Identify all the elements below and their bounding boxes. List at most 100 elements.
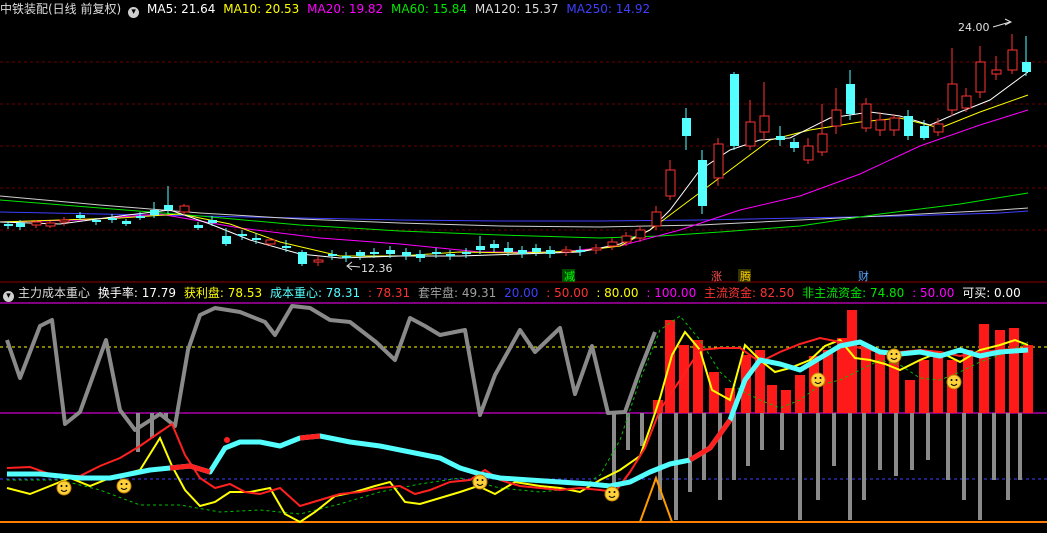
signal-markers: 减 涨 腾 财 xyxy=(562,269,869,283)
main-funds-bar xyxy=(933,352,943,413)
trapped-bar xyxy=(910,413,914,470)
trapped-bar xyxy=(702,413,706,480)
cost-center-red-segment xyxy=(299,433,321,441)
smiley-icon xyxy=(56,480,72,496)
main-funds-bar xyxy=(781,390,791,413)
candle-body xyxy=(92,220,101,222)
candle-body xyxy=(328,254,337,256)
smiley-icon xyxy=(116,478,132,494)
main-funds-bar xyxy=(979,324,989,413)
trapped-bar xyxy=(760,413,764,450)
ma20-line xyxy=(0,109,1029,253)
main-funds-bar xyxy=(919,360,929,413)
main-funds-bar xyxy=(847,310,857,413)
candle-body xyxy=(208,220,217,223)
candle-body xyxy=(16,223,25,227)
candle-body xyxy=(933,123,944,133)
ma10-line xyxy=(0,94,1029,257)
candle-body xyxy=(682,118,691,136)
candle-body xyxy=(889,117,900,131)
main-funds-bar xyxy=(905,380,915,413)
candle-body xyxy=(150,210,159,215)
candle-body xyxy=(904,116,913,136)
candle-body xyxy=(861,103,872,129)
kline-chart[interactable]: 24.00 12.36 减 涨 腾 财 xyxy=(0,0,1047,533)
candle-body xyxy=(975,61,986,93)
trapped-bar xyxy=(612,413,616,490)
candle-body xyxy=(817,133,828,153)
low-price-annotation: 12.36 xyxy=(346,261,393,275)
teng-marker: 腾 xyxy=(740,269,751,283)
main-funds-bar xyxy=(693,340,703,413)
trapped-bar xyxy=(862,413,866,500)
trapped-bar xyxy=(894,413,898,476)
trapped-bar xyxy=(1018,413,1022,480)
cost-center-red-segment xyxy=(688,418,733,463)
candle-body xyxy=(462,252,471,254)
trapped-bar xyxy=(688,413,692,492)
candle-body xyxy=(730,74,739,146)
candle-body xyxy=(532,248,541,252)
turnover-gray-line xyxy=(5,304,657,432)
trapped-bar xyxy=(746,413,750,466)
smiley-icon xyxy=(604,486,620,502)
low-price-label: 12.36 xyxy=(361,262,393,275)
trapped-bar xyxy=(946,413,950,480)
candle-body xyxy=(298,252,307,264)
candle-body xyxy=(790,142,799,148)
cost-center-red-segment xyxy=(169,463,211,475)
candle-body xyxy=(164,205,173,210)
candle-body xyxy=(607,241,618,247)
candle-body xyxy=(759,115,770,133)
trapped-bar xyxy=(926,413,930,460)
candle-body xyxy=(265,239,276,245)
candle-body xyxy=(920,126,929,138)
candle-body xyxy=(776,136,785,140)
candle-body xyxy=(370,252,379,254)
trapped-bar xyxy=(718,413,722,500)
candle-body xyxy=(59,219,70,223)
candle-body xyxy=(947,83,958,111)
trapped-bar xyxy=(992,413,996,480)
candle-body xyxy=(432,252,441,254)
high-price-annotation: 24.00 xyxy=(958,18,1013,34)
smiley-icon xyxy=(946,374,962,390)
ma5-line xyxy=(0,71,1029,259)
candle-body xyxy=(31,221,42,226)
candle-body xyxy=(342,256,351,258)
candle-body xyxy=(846,84,855,114)
main-funds-bar xyxy=(795,375,805,413)
candle-body xyxy=(961,95,972,109)
candle-body xyxy=(803,145,814,161)
trapped-bar xyxy=(798,413,802,520)
trapped-bar xyxy=(780,413,784,450)
smiley-icon xyxy=(886,348,902,364)
candle-body xyxy=(45,222,56,227)
candle-body xyxy=(108,218,117,220)
candle-body xyxy=(490,244,499,248)
candle-body xyxy=(122,221,131,224)
candle-body xyxy=(416,254,425,258)
trapped-bar xyxy=(978,413,982,520)
candle-body xyxy=(991,69,1002,75)
cai-marker: 财 xyxy=(858,269,869,283)
candle-body xyxy=(665,169,676,197)
candle-body xyxy=(356,252,365,256)
candle-body xyxy=(402,252,411,256)
main-funds-bar xyxy=(1023,345,1033,413)
candle-body xyxy=(238,234,247,236)
candle-body xyxy=(1007,49,1018,71)
main-funds-bar xyxy=(995,330,1005,413)
buy-spike-line xyxy=(639,475,673,523)
candle-body xyxy=(446,254,455,256)
candle-body xyxy=(518,250,527,254)
trapped-bar xyxy=(848,413,852,520)
trapped-bar xyxy=(962,413,966,500)
candle-body xyxy=(591,247,602,251)
main-funds-bar xyxy=(767,385,777,413)
candle-body xyxy=(476,246,485,250)
trapped-bar xyxy=(878,413,882,470)
candle-body xyxy=(313,259,324,263)
candle-body xyxy=(561,249,572,253)
candle-body xyxy=(698,160,707,206)
